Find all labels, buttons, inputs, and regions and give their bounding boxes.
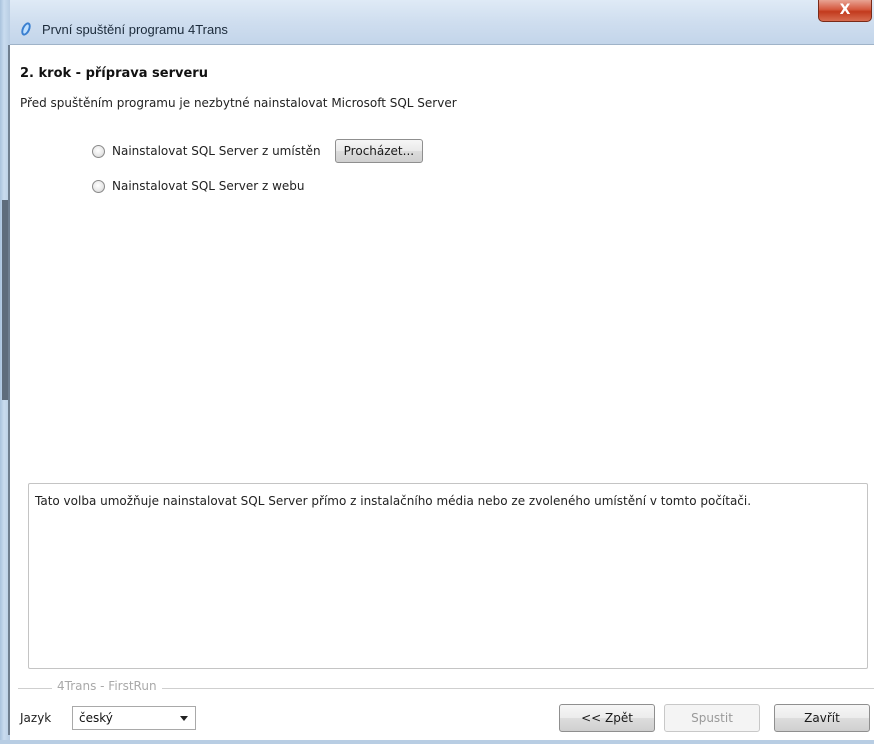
title-bar[interactable]: První spuštění programu 4Trans X [10,0,874,45]
language-select[interactable]: český [72,706,196,730]
app-logo-icon [21,22,31,36]
dialog-content: 2. krok - příprava serveru Před spuštění… [10,46,874,744]
option-label: Nainstalovat SQL Server z webu [112,179,305,193]
run-button[interactable]: Spustit [664,704,760,732]
window-title: První spuštění programu 4Trans [42,22,228,37]
radio-button[interactable] [92,144,105,158]
group-label: 4Trans - FirstRun [52,679,162,693]
option-install-from-web[interactable]: Nainstalovat SQL Server z webu [92,179,305,193]
option-label: Nainstalovat SQL Server z umístěn [112,144,321,158]
close-window-button[interactable]: X [818,0,872,22]
chevron-down-icon[interactable] [180,716,188,721]
back-button[interactable]: << Zpět [559,704,655,732]
info-text: Tato volba umožňuje nainstalovat SQL Ser… [35,494,752,508]
window-bottom-frame [0,740,874,744]
info-text-box: Tato volba umožňuje nainstalovat SQL Ser… [28,483,868,669]
language-label: Jazyk [20,711,52,725]
option-install-from-location[interactable]: Nainstalovat SQL Server z umístěn Prochá… [92,139,424,163]
browse-button[interactable]: Procházet... [334,139,424,163]
step-title: 2. krok - příprava serveru [20,66,208,81]
step-description: Před spuštěním programu je nezbytné nain… [20,96,457,110]
dialog-window: První spuštění programu 4Trans X 2. krok… [0,0,874,744]
close-button[interactable]: Zavřít [774,704,870,732]
frame-edge-bar [2,200,8,400]
language-value: český [79,711,113,725]
window-left-frame [0,0,10,744]
radio-button[interactable] [92,179,105,193]
